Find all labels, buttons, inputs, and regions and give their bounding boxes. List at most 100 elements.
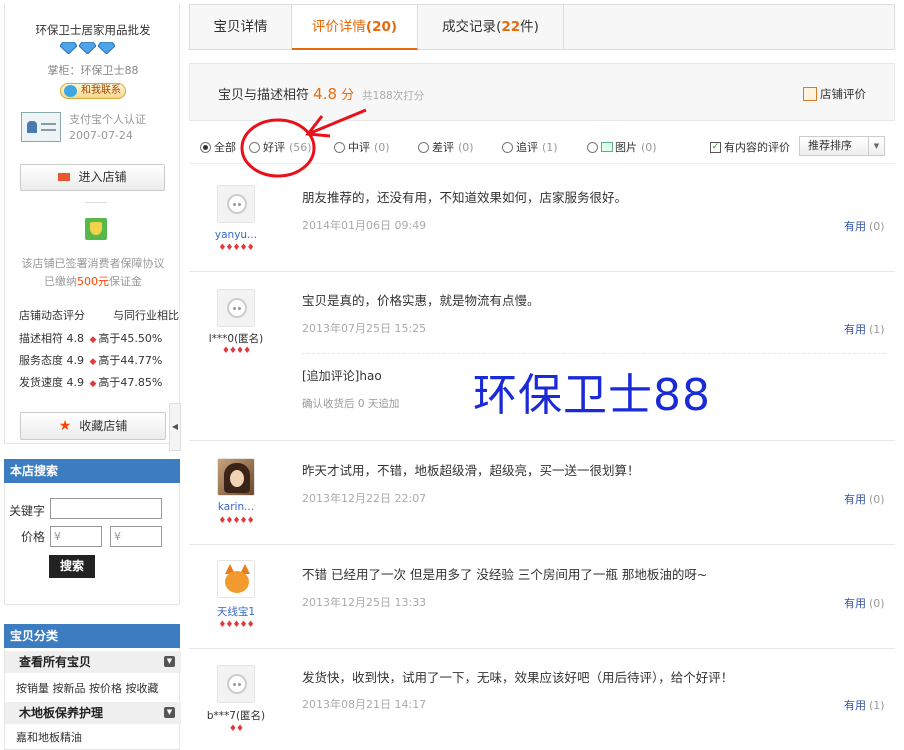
red-annotation-circle — [240, 108, 367, 178]
price-label: 价格 — [21, 530, 46, 544]
contact-label: 和我联系 — [81, 85, 121, 96]
reviewer-credit-hearts: ♦♦ — [228, 724, 244, 734]
diamond-icon — [98, 42, 115, 54]
filter-negative[interactable]: 差评 (0) — [418, 139, 474, 155]
filter-followup[interactable]: 追评 (1) — [502, 139, 558, 155]
collapse-icon: ▼ — [164, 707, 175, 718]
dsr-row-shipping: 发货速度 4.9 ◆ 高于47.85% — [19, 376, 163, 389]
review-date: 2013年08月21日 14:17 — [302, 698, 427, 711]
tab-reviews[interactable]: 评价详情(20) — [292, 5, 418, 50]
reviewer-name[interactable]: karin... — [199, 501, 273, 513]
radio-icon — [418, 141, 429, 153]
watermark-text: 环保卫士88 — [473, 370, 711, 421]
useful-button[interactable]: 有用 (0) — [844, 218, 885, 234]
search-button[interactable]: 搜索 — [49, 555, 95, 578]
reviewer-credit-hearts: ♦♦♦♦♦ — [218, 516, 254, 526]
shop-sidebar: 环保卫士居家用品批发 掌柜：环保卫士88 和我联系 支付宝个人认证 2007-0… — [0, 0, 181, 750]
dsr-row-description: 描述相符 4.8 ◆ 高于45.50% — [19, 332, 163, 345]
shop-info-card: 环保卫士居家用品批发 掌柜：环保卫士88 和我联系 支付宝个人认证 2007-0… — [4, 4, 180, 444]
radio-selected-icon — [200, 141, 211, 153]
useful-button[interactable]: 有用 (0) — [844, 595, 885, 611]
price-min-input[interactable]: ¥ — [50, 526, 102, 547]
category-sort-links[interactable]: 按销量 按新品 按价格 按收藏 — [16, 680, 159, 696]
keyword-input[interactable] — [50, 498, 162, 519]
reviewer-credit-hearts: ♦♦♦♦♦ — [218, 243, 254, 253]
checkbox-checked-icon: ✓ — [710, 141, 721, 153]
filter-all[interactable]: 全部 — [200, 139, 236, 155]
useful-button[interactable]: 有用 (1) — [844, 321, 885, 337]
reviewer-name: b***7(匿名) — [206, 710, 266, 722]
deposit-line: 已缴纳500元保证金 — [44, 275, 142, 288]
cert-date: 2007-07-24 — [69, 129, 133, 142]
category-floor-oil[interactable]: 嘉和地板精油 — [16, 729, 82, 745]
sort-select[interactable]: 推荐排序 ▼ — [799, 136, 885, 156]
shop-search-title: 本店搜索 — [4, 459, 180, 483]
radio-icon — [502, 141, 513, 153]
avatar[interactable] — [217, 185, 255, 223]
calendar-icon — [803, 87, 817, 101]
shop-name[interactable]: 环保卫士居家用品批发 — [5, 22, 181, 38]
dsr-header: 店铺动态评分 与同行业相比 — [19, 309, 179, 322]
star-icon: ★ — [58, 418, 72, 434]
divider — [302, 353, 886, 354]
has-content-checkbox[interactable]: ✓ 有内容的评价 — [710, 139, 790, 155]
review-item: b***7(匿名) ♦♦ 发货快，收到快，试用了一下，无味，效果应该好吧（用后待… — [189, 649, 895, 750]
picture-icon — [601, 142, 613, 152]
up-arrow-icon: ◆ — [89, 379, 97, 389]
review-text: 发货快，收到快，试用了一下，无味，效果应该好吧（用后待评），给个好评！ — [302, 670, 734, 685]
reviewer-credit-hearts: ♦♦♦♦♦ — [218, 620, 254, 630]
wangwang-icon — [64, 85, 77, 97]
followup-review-meta: 确认收货后 0 天追加 — [302, 398, 400, 410]
useful-button[interactable]: 有用 (0) — [844, 491, 885, 507]
diamond-icon — [79, 42, 96, 54]
protect-line: 该店铺已签署消费者保障协议 — [21, 257, 165, 270]
cert-label: 支付宝个人认证 — [69, 113, 146, 126]
avatar[interactable] — [217, 560, 255, 598]
collapse-sidebar-toggle[interactable]: ◀ — [169, 403, 181, 451]
reviewer-name[interactable]: 天线宝1 — [199, 604, 273, 619]
shop-rating-link[interactable]: 店铺评价 — [803, 86, 866, 102]
shop-keeper: 掌柜：环保卫士88 — [47, 64, 139, 77]
review-text: 昨天才试用，不错，地板超级滑，超级亮，买一送一很划算！ — [302, 463, 640, 478]
id-card-icon — [21, 112, 61, 142]
up-arrow-icon: ◆ — [89, 335, 97, 345]
review-text: 宝贝是真的，价格实惠，就是物流有点慢。 — [302, 293, 540, 308]
category-all-items[interactable]: 查看所有宝贝 ▼ — [5, 651, 181, 673]
review-date: 2013年12月22日 22:07 — [302, 492, 427, 505]
category-floor-care[interactable]: 木地板保养护理 ▼ — [5, 702, 181, 724]
avatar[interactable] — [217, 458, 255, 496]
reviewer-name[interactable]: yanyu... — [199, 229, 273, 241]
review-text: 朋友推荐的，还没有用，不知道效果如何，店家服务很好。 — [302, 190, 628, 205]
seller-level-diamonds — [60, 42, 115, 54]
filter-pictures[interactable]: 图片 (0) — [587, 139, 657, 155]
consumer-protection-icon[interactable] — [85, 218, 107, 240]
contact-seller-button[interactable]: 和我联系 — [60, 83, 126, 99]
deposit-amount: 500元 — [77, 275, 109, 288]
tab-item-detail[interactable]: 宝贝详情 — [190, 5, 292, 49]
collapse-icon: ▼ — [164, 656, 175, 667]
avatar[interactable] — [217, 665, 255, 703]
alipay-certification: 支付宝个人认证 2007-07-24 — [69, 112, 146, 144]
useful-button[interactable]: 有用 (1) — [844, 697, 885, 713]
reviewer-name: l***0(匿名) — [208, 333, 264, 345]
enter-shop-label: 进入店铺 — [78, 170, 127, 184]
favorite-shop-button[interactable]: ★ 收藏店铺 — [20, 412, 166, 440]
review-date: 2013年07月25日 15:25 — [302, 322, 427, 335]
avatar[interactable] — [217, 289, 255, 327]
reviewer-credit-hearts: ♦♦♦♦ — [221, 346, 251, 356]
keyword-label: 关键字 — [9, 504, 46, 518]
up-arrow-icon: ◆ — [89, 357, 97, 367]
tab-transactions[interactable]: 成交记录(22件) — [418, 5, 564, 49]
radio-icon — [587, 141, 598, 153]
dsr-row-service: 服务态度 4.9 ◆ 高于44.77% — [19, 354, 163, 367]
diamond-icon — [60, 42, 77, 54]
divider — [85, 202, 107, 203]
enter-shop-button[interactable]: 进入店铺 — [20, 164, 165, 191]
price-max-input[interactable]: ¥ — [110, 526, 162, 547]
review-date: 2014年01月06日 09:49 — [302, 219, 427, 232]
consumer-protection-text: 该店铺已签署消费者保障协议 已缴纳500元保证金 — [5, 255, 181, 291]
category-title: 宝贝分类 — [4, 624, 180, 648]
followup-review-text: [追加评论]hao — [302, 369, 382, 383]
review-text: 不错 已经用了一次 但是用多了 没经验 三个房间用了一瓶 那地板油的呀~ — [302, 567, 708, 582]
review-item: 天线宝1 ♦♦♦♦♦ 不错 已经用了一次 但是用多了 没经验 三个房间用了一瓶 … — [189, 545, 895, 649]
